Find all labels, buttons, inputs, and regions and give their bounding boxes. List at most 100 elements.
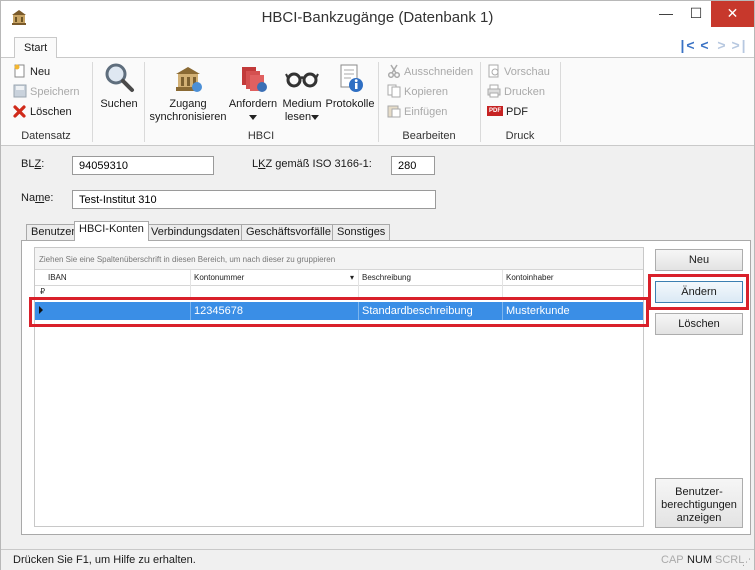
sort-indicator-icon: ▾ xyxy=(349,273,354,282)
lkz-label: LKZ gemäß ISO 3166-1: xyxy=(252,158,372,170)
ausschneiden-button[interactable]: Ausschneiden xyxy=(387,63,473,82)
nav-next-button[interactable]: > xyxy=(714,37,731,53)
drucken-button[interactable]: Drucken xyxy=(487,83,545,102)
loeschen-konto-button[interactable]: Löschen xyxy=(655,313,743,335)
scroll-lock-indicator: SCRL xyxy=(715,554,745,566)
pdf-button[interactable]: PDF PDF xyxy=(487,103,528,122)
drucken-label: Drucken xyxy=(504,86,545,98)
window-title: HBCI-Bankzugänge (Datenbank 1) xyxy=(261,9,494,26)
bank-sync-icon xyxy=(176,67,202,92)
neu-button[interactable]: Neu xyxy=(13,63,50,82)
group-label-bearbeiten: Bearbeiten xyxy=(402,130,456,142)
scissors-icon xyxy=(387,64,401,79)
benutzer-line3: anzeigen xyxy=(676,511,722,524)
suchen-label: Suchen xyxy=(100,98,138,110)
lkz-field[interactable] xyxy=(391,156,435,175)
ribbon-tab-start[interactable]: Start xyxy=(14,37,58,59)
maximize-button[interactable]: ☐ xyxy=(681,1,711,27)
group-by-hint[interactable]: Ziehen Sie eine Spaltenüberschrift in di… xyxy=(35,248,643,270)
kopieren-button[interactable]: Kopieren xyxy=(387,83,448,102)
einfuegen-label: Einfügen xyxy=(404,106,448,118)
hbci-konten-panel: Ziehen Sie eine Spaltenüberschrift in di… xyxy=(21,240,751,535)
loeschen-button[interactable]: Löschen xyxy=(13,103,72,122)
zugang-label-line2: synchronisieren xyxy=(149,111,227,123)
row-indicator-icon xyxy=(39,306,43,314)
copy-icon xyxy=(387,84,401,98)
filter-cell-kontoinhaber[interactable] xyxy=(502,286,643,299)
tab-sonstiges[interactable]: Sonstiges xyxy=(332,224,391,241)
vorschau-button[interactable]: Vorschau xyxy=(487,63,550,82)
resize-grip-icon[interactable]: ⋰ xyxy=(742,557,751,568)
tab-hbci-konten[interactable]: HBCI-Konten xyxy=(74,221,149,241)
protokolle-button[interactable]: Protokolle xyxy=(325,62,375,111)
preview-icon xyxy=(488,64,499,78)
vorschau-label: Vorschau xyxy=(504,66,550,78)
magnifier-icon xyxy=(105,63,134,92)
column-header-beschreibung[interactable]: Beschreibung xyxy=(358,270,502,286)
cell-kontonummer[interactable]: 12345678 xyxy=(190,302,358,320)
dropdown-arrow-icon xyxy=(249,114,257,120)
nav-first-button[interactable]: |< xyxy=(680,37,697,53)
tab-verbindungsdaten[interactable]: Verbindungsdaten xyxy=(146,224,245,241)
blz-field[interactable] xyxy=(72,156,214,175)
ausschneiden-label: Ausschneiden xyxy=(404,66,474,78)
pdf-icon: PDF xyxy=(487,106,503,117)
accounts-grid[interactable]: Ziehen Sie eine Spaltenüberschrift in di… xyxy=(34,247,644,527)
aendern-button[interactable]: Ändern xyxy=(655,281,743,303)
name-label: Name: xyxy=(21,192,54,204)
group-hbci: Zugang synchronisieren Anfordern Medium … xyxy=(145,58,377,146)
anfordern-button[interactable]: Anfordern xyxy=(227,64,279,124)
group-label-hbci: HBCI xyxy=(247,130,275,142)
suchen-button[interactable]: Suchen xyxy=(97,62,141,111)
grid-header: IBAN Kontonummer ▾ Beschreibung Kontoinha… xyxy=(35,270,643,286)
minimize-button[interactable]: — xyxy=(651,1,681,27)
ribbon-separator xyxy=(560,62,561,142)
ribbon-tab-row: Start |< < > >| xyxy=(1,34,754,59)
status-text: Drücken Sie F1, um Hilfe zu erhalten. xyxy=(13,554,196,566)
group-bearbeiten: Ausschneiden Kopieren Einfügen Bearbeite… xyxy=(379,58,479,146)
filter-cell-beschreibung[interactable] xyxy=(358,286,502,299)
cell-beschreibung[interactable]: Standardbeschreibung xyxy=(358,302,502,320)
cell-kontoinhaber[interactable]: Musterkunde xyxy=(502,302,643,320)
title-bar[interactable]: HBCI-Bankzugänge (Datenbank 1) — ☐ ✕ xyxy=(1,1,754,34)
column-header-iban[interactable]: IBAN xyxy=(45,270,190,286)
protocol-info-icon xyxy=(340,64,363,92)
ribbon: Neu Speichern Löschen Datensatz Suchen Z… xyxy=(1,58,754,146)
benutzerberechtigungen-button[interactable]: Benutzer-berechtigungen anzeigen xyxy=(655,478,743,528)
zugang-label-line1: Zugang xyxy=(169,98,207,110)
medium-label-line1: Medium xyxy=(282,98,322,110)
einfuegen-button[interactable]: Einfügen xyxy=(387,103,447,122)
medium-lesen-button[interactable]: Medium lesen xyxy=(279,64,325,124)
column-header-kontoinhaber[interactable]: Kontoinhaber xyxy=(502,270,643,286)
filter-pin-icon: ₽ xyxy=(40,287,46,296)
num-lock-indicator: NUM xyxy=(687,554,713,566)
glasses-icon xyxy=(285,72,319,88)
benutzer-line1: Benutzer- xyxy=(675,485,723,498)
neu-konto-button[interactable]: Neu xyxy=(655,249,743,271)
tab-geschaeftsvorfaelle[interactable]: Geschäftsvorfälle xyxy=(241,224,336,241)
group-label-druck: Druck xyxy=(505,130,535,142)
nav-prev-button[interactable]: < xyxy=(697,37,714,53)
nav-last-button[interactable]: >| xyxy=(731,37,748,53)
speichern-button[interactable]: Speichern xyxy=(13,83,80,102)
neu-label: Neu xyxy=(30,66,51,78)
kopieren-label: Kopieren xyxy=(404,86,449,98)
cell-iban[interactable] xyxy=(45,302,190,320)
close-button[interactable]: ✕ xyxy=(711,1,754,27)
name-field[interactable] xyxy=(72,190,436,209)
request-documents-icon xyxy=(242,67,267,92)
filter-cell-kontonummer[interactable] xyxy=(190,286,358,299)
tab-benutzer[interactable]: Benutzer xyxy=(26,224,81,241)
filter-row[interactable]: ₽ xyxy=(35,286,643,299)
dropdown-arrow-icon xyxy=(311,114,320,120)
blz-label: BLZ: xyxy=(21,158,45,170)
table-row[interactable]: 12345678 Standardbeschreibung Musterkund… xyxy=(35,302,643,320)
anfordern-label: Anfordern xyxy=(228,98,278,110)
caps-lock-indicator: CAP xyxy=(661,554,684,566)
pdf-label: PDF xyxy=(506,106,528,118)
delete-icon xyxy=(13,105,26,118)
loeschen-label: Löschen xyxy=(30,106,72,118)
column-header-kontonummer[interactable]: Kontonummer ▾ xyxy=(190,270,358,286)
paste-icon xyxy=(387,105,401,118)
zugang-synchronisieren-button[interactable]: Zugang synchronisieren xyxy=(149,64,227,124)
